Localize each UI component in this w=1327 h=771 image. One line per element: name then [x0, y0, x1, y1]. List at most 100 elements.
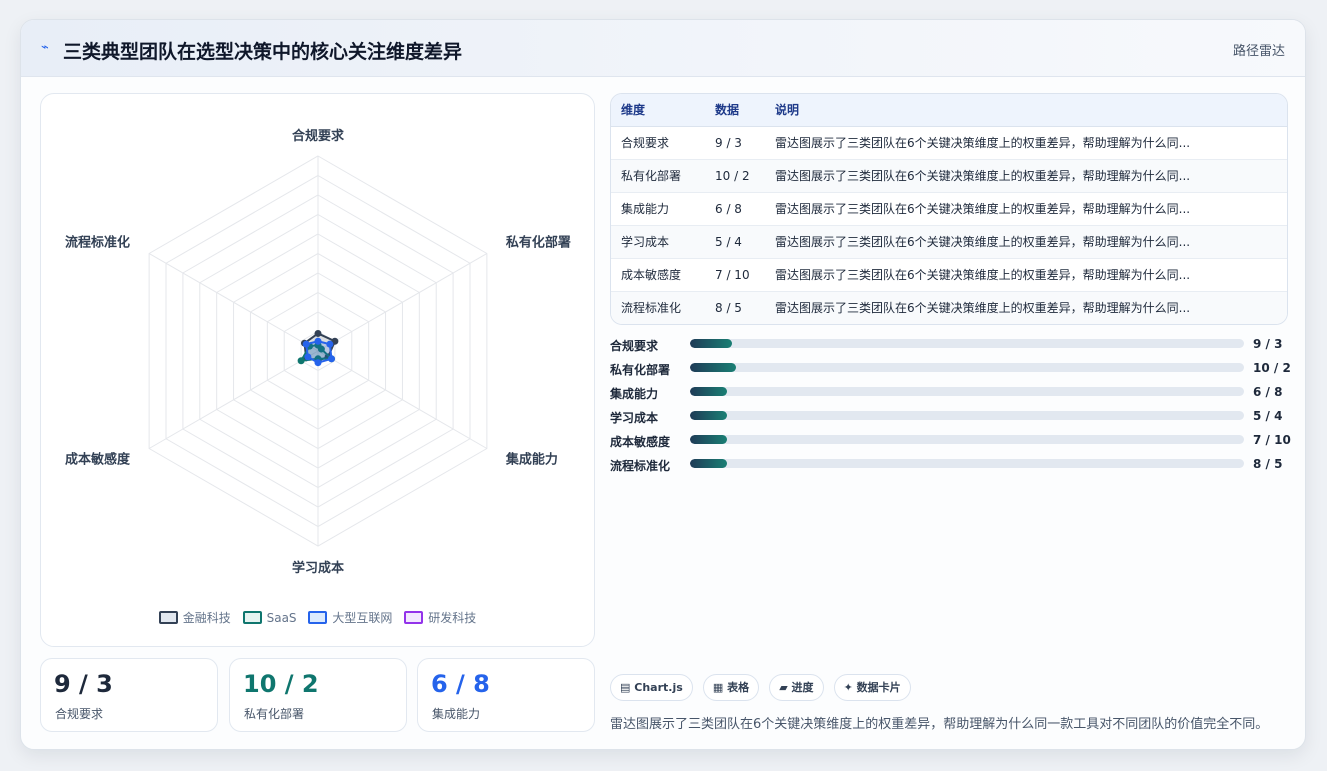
radar-chart: 合规要求私有化部署集成能力学习成本 成本敏感度 流程标准化: [65, 128, 571, 576]
progress-label: 学习成本: [610, 411, 659, 425]
legend-item-fintech[interactable]: 金融科技: [158, 609, 231, 626]
progress-fill: [690, 435, 728, 444]
stat-value: 10 / 2: [243, 670, 319, 698]
table-row[interactable]: 学习成本 5 / 4 雷达图展示了三类团队在6个关键决策维度上的权重差异，帮助理…: [611, 225, 1287, 259]
radar-data-point: [326, 340, 334, 348]
chip-label: Chart.js: [634, 681, 683, 694]
radar-data-point: [314, 329, 322, 337]
radar-axis-label: 成本敏感度: [65, 452, 131, 468]
radar-data-point: [314, 359, 322, 367]
stat-value: 6 / 8: [431, 670, 490, 698]
progress-value: 7 / 10: [1253, 433, 1291, 447]
data-table: 维度 数据 说明 合规要求 9 / 3 雷达图展示了三类团队在6个关键决策维度上…: [610, 93, 1288, 325]
radar-data-point: [302, 340, 310, 348]
progress-fill: [690, 339, 732, 348]
stat-value: 9 / 3: [54, 670, 113, 698]
cell-data: 5 / 4: [705, 225, 765, 259]
bolt-icon: ⌁: [41, 40, 49, 55]
cell-data: 10 / 2: [705, 159, 765, 193]
progress-row: 学习成本 5 / 4: [610, 408, 1290, 432]
cell-dimension: 成本敏感度: [611, 258, 705, 292]
chip-chartjs[interactable]: ▤ Chart.js: [610, 674, 693, 701]
stat-card-integration: 6 / 8 集成能力: [417, 658, 595, 732]
stat-label: 私有化部署: [244, 707, 305, 721]
cell-description: 雷达图展示了三类团队在6个关键决策维度上的权重差异，帮助理解为什么同...: [765, 159, 1287, 193]
progress-value: 10 / 2: [1253, 361, 1291, 375]
legend-label: 研发科技: [428, 611, 477, 625]
progress-fill: [690, 411, 728, 420]
page-title: 三类典型团队在选型决策中的核心关注维度差异: [63, 41, 463, 63]
header-tag: 路径雷达: [1232, 44, 1285, 59]
radar-axis-label: 学习成本: [292, 560, 344, 576]
radar-axis-label: 合规要求: [292, 128, 345, 144]
cell-dimension: 学习成本: [611, 225, 705, 259]
cell-data: 9 / 3: [705, 126, 765, 160]
stat-card-compliance: 9 / 3 合规要求: [40, 658, 218, 732]
progress-label: 集成能力: [610, 387, 659, 401]
progress-row: 成本敏感度 7 / 10: [610, 432, 1291, 456]
progress-row: 私有化部署 10 / 2: [610, 360, 1291, 384]
table-row[interactable]: 合规要求 9 / 3 雷达图展示了三类团队在6个关键决策维度上的权重差异，帮助理…: [611, 126, 1287, 160]
progress-label: 私有化部署: [610, 363, 671, 377]
progress-row: 合规要求 9 / 3: [610, 336, 1290, 360]
progress-label: 合规要求: [610, 339, 659, 353]
cell-description: 雷达图展示了三类团队在6个关键决策维度上的权重差异，帮助理解为什么同...: [765, 225, 1287, 259]
progress-fill: [690, 387, 728, 396]
progress-bars: 合规要求 9 / 3 私有化部署 10 / 2 集成能力 6 / 8 学习成本 …: [610, 336, 1291, 480]
radar-data-point: [297, 357, 305, 365]
stat-card-private-deploy: 10 / 2 私有化部署: [229, 658, 407, 732]
table-row[interactable]: 私有化部署 10 / 2 雷达图展示了三类团队在6个关键决策维度上的权重差异，帮…: [611, 159, 1287, 193]
card-header: ⌁ 三类典型团队在选型决策中的核心关注维度差异 路径雷达: [21, 20, 1305, 77]
table-row[interactable]: 成本敏感度 7 / 10 雷达图展示了三类团队在6个关键决策维度上的权重差异，帮…: [611, 258, 1287, 292]
table-icon: ▦: [712, 681, 724, 694]
progress-fill: [690, 459, 728, 468]
chip-label: 表格: [727, 681, 750, 694]
cell-dimension: 流程标准化: [611, 291, 705, 324]
progress-track: [690, 363, 1244, 372]
column-header-description[interactable]: 说明: [765, 94, 1287, 127]
legend-label: 大型互联网: [332, 611, 393, 625]
cell-description: 雷达图展示了三类团队在6个关键决策维度上的权重差异，帮助理解为什么同...: [765, 192, 1287, 226]
cell-dimension: 私有化部署: [611, 159, 705, 193]
cell-description: 雷达图展示了三类团队在6个关键决策维度上的权重差异，帮助理解为什么同...: [765, 291, 1287, 324]
table-header-row: 维度 数据 说明: [611, 94, 1287, 127]
radar-axis-label: 集成能力: [505, 452, 558, 468]
progress-row: 集成能力 6 / 8: [610, 384, 1290, 408]
progress-fill: [690, 363, 736, 372]
progress-track: [690, 387, 1244, 396]
column-header-dimension[interactable]: 维度: [611, 94, 705, 127]
radar-chart-panel: 合规要求 私有化部署 集成能力 学习成本 成本敏感度 流程标准化 金融科技 SaaS 大型…: [40, 93, 595, 647]
progress-icon: ▰: [779, 681, 788, 694]
legend-label: 金融科技: [182, 611, 231, 625]
chip-label: 进度: [791, 681, 814, 694]
cell-description: 雷达图展示了三类团队在6个关键决策维度上的权重差异，帮助理解为什么同...: [765, 258, 1287, 292]
progress-track: [690, 339, 1244, 348]
radar-data-point: [304, 353, 312, 361]
progress-value: 6 / 8: [1253, 385, 1283, 399]
legend-item-rnd[interactable]: 研发科技: [404, 609, 476, 626]
legend-item-saas[interactable]: SaaS: [242, 611, 297, 625]
chart-legend: 金融科技 SaaS 大型互联网 研发科技: [41, 609, 594, 626]
cell-data: 7 / 10: [705, 258, 765, 292]
progress-value: 9 / 3: [1253, 337, 1283, 351]
cell-data: 6 / 8: [705, 192, 765, 226]
radar-data-point: [314, 337, 322, 345]
column-header-data[interactable]: 数据: [705, 94, 765, 127]
progress-label: 成本敏感度: [610, 435, 671, 449]
legend-item-internet[interactable]: 大型互联网: [308, 609, 392, 626]
progress-track: [690, 459, 1244, 468]
stat-label: 合规要求: [55, 707, 104, 721]
cell-description: 雷达图展示了三类团队在6个关键决策维度上的权重差异，帮助理解为什么同...: [765, 126, 1287, 160]
cell-dimension: 合规要求: [611, 126, 705, 160]
chip-progress[interactable]: ▰ 进度: [769, 674, 824, 701]
table-row[interactable]: 流程标准化 8 / 5 雷达图展示了三类团队在6个关键决策维度上的权重差异，帮助…: [611, 291, 1287, 324]
progress-row: 流程标准化 8 / 5: [610, 456, 1290, 480]
sparkle-icon: ✦: [843, 681, 853, 694]
table-row[interactable]: 集成能力 6 / 8 雷达图展示了三类团队在6个关键决策维度上的权重差异，帮助理…: [611, 192, 1287, 226]
chip-data-cards[interactable]: ✦ 数据卡片: [833, 674, 911, 701]
progress-value: 8 / 5: [1253, 457, 1283, 471]
chip-table[interactable]: ▦ 表格: [702, 674, 760, 701]
radar-axis-label: 私有化部署: [506, 235, 571, 251]
dashboard-card: ⌁ 三类典型团队在选型决策中的核心关注维度差异 路径雷达 合规要求 私有化部署 集成…: [20, 19, 1306, 750]
progress-track: [690, 411, 1244, 420]
